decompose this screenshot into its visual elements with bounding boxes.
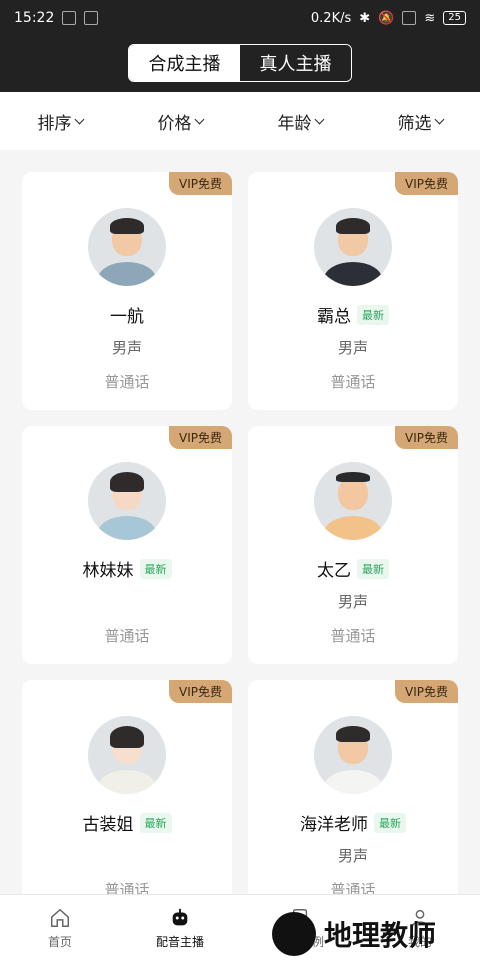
- tab-voice-anchor[interactable]: 配音主播: [120, 895, 240, 961]
- language-label: 普通话: [104, 373, 150, 391]
- voice-type: 男声: [337, 339, 368, 357]
- anchor-name: 古装姐: [82, 815, 134, 835]
- language-label: 普通话: [330, 373, 376, 391]
- anchor-name: 太乙: [317, 561, 351, 581]
- voice-type: [22, 591, 232, 609]
- bluetooth-icon: ✱: [359, 10, 371, 26]
- anchor-grid: VIP免费 一航 男声 普通话 VIP免费 霸总 最新 男声 普通话 VIP免费…: [22, 172, 460, 918]
- anchor-name: 林妹妹: [82, 561, 134, 581]
- net-speed: 0.2K/s: [310, 10, 352, 26]
- chevron-down-icon: [314, 114, 324, 124]
- notification-icon: [62, 11, 77, 25]
- name-row: 海洋老师 最新: [248, 810, 458, 835]
- vip-free-tag: VIP免费: [169, 172, 232, 195]
- chevron-down-icon: [74, 114, 84, 124]
- filter-sort[interactable]: 排序: [37, 109, 84, 134]
- name-row: 太乙 最新: [248, 556, 458, 581]
- language-label: 普通话: [330, 627, 376, 645]
- avatar: [314, 208, 392, 286]
- new-badge: 最新: [139, 558, 172, 579]
- top-header: 合成主播 真人主播: [0, 36, 480, 92]
- watermark: 地理教师: [272, 908, 480, 960]
- wifi-icon: ≋: [424, 10, 436, 26]
- chevron-down-icon: [194, 114, 204, 124]
- tab-home[interactable]: 首页: [0, 895, 120, 961]
- filter-age[interactable]: 年龄: [277, 109, 324, 134]
- filter-screen[interactable]: 筛选: [397, 109, 444, 134]
- home-icon: [51, 908, 69, 927]
- chevron-down-icon: [434, 114, 444, 124]
- name-row: 林妹妹 最新: [22, 556, 232, 581]
- language-label: 普通话: [104, 627, 150, 645]
- battery-indicator: 25: [443, 11, 466, 25]
- filter-bar: 排序 价格 年龄 筛选: [0, 92, 480, 150]
- anchor-card[interactable]: VIP免费 林妹妹 最新 普通话: [22, 426, 232, 664]
- anchor-card[interactable]: VIP免费 海洋老师 最新 男声 普通话: [248, 680, 458, 918]
- voice-type: 男声: [337, 593, 368, 611]
- watermark-text: 地理教师: [324, 919, 437, 952]
- new-badge: 最新: [374, 812, 406, 833]
- avatar: [88, 716, 166, 794]
- sim-icon: [402, 11, 417, 25]
- filter-label: 筛选: [397, 113, 432, 134]
- avatar: [314, 716, 392, 794]
- filter-label: 价格: [157, 113, 192, 134]
- vip-free-tag: VIP免费: [169, 426, 232, 449]
- avatar: [314, 462, 392, 540]
- avatar: [88, 208, 166, 286]
- anchor-card[interactable]: VIP免费 太乙 最新 男声 普通话: [248, 426, 458, 664]
- anchor-type-switch: 合成主播 真人主播: [128, 44, 352, 82]
- status-time: 15:22: [14, 10, 55, 26]
- anchor-name: 海洋老师: [300, 815, 368, 835]
- anchor-card[interactable]: VIP免费 霸总 最新 男声 普通话: [248, 172, 458, 410]
- voice-type: [22, 845, 232, 863]
- tab-label: 配音主播: [155, 934, 204, 949]
- tab-label: 首页: [47, 934, 72, 949]
- avatar: [88, 462, 166, 540]
- mute-icon: 🔕: [378, 10, 395, 26]
- anchor-name: 一航: [110, 307, 144, 327]
- voice-type: 男声: [111, 339, 142, 357]
- name-row: 霸总 最新: [248, 302, 458, 327]
- anchor-card[interactable]: VIP免费 古装姐 最新 普通话: [22, 680, 232, 918]
- status-left: 15:22: [14, 10, 99, 26]
- vip-free-tag: VIP免费: [395, 426, 458, 449]
- notification-icon: [84, 11, 99, 25]
- anchor-name: 霸总: [317, 307, 351, 327]
- watermark-logo: [272, 912, 316, 956]
- robot-icon: [172, 908, 188, 925]
- filter-label: 年龄: [277, 113, 312, 134]
- anchor-card[interactable]: VIP免费 一航 男声 普通话: [22, 172, 232, 410]
- voice-type: 男声: [337, 847, 368, 865]
- new-badge: 最新: [357, 304, 389, 325]
- vip-free-tag: VIP免费: [395, 680, 458, 703]
- vip-free-tag: VIP免费: [395, 172, 458, 195]
- status-right: 0.2K/s ✱ 🔕 ≋ 25: [311, 11, 466, 26]
- new-badge: 最新: [357, 558, 389, 579]
- filter-label: 排序: [37, 113, 72, 134]
- status-bar: 15:22 0.2K/s ✱ 🔕 ≋ 25: [0, 0, 480, 36]
- new-badge: 最新: [139, 812, 172, 833]
- tab-synthetic-anchor[interactable]: 合成主播: [129, 45, 240, 81]
- name-row: 古装姐 最新: [22, 810, 232, 835]
- tab-real-anchor[interactable]: 真人主播: [240, 45, 351, 81]
- filter-price[interactable]: 价格: [157, 109, 204, 134]
- vip-free-tag: VIP免费: [169, 680, 232, 703]
- name-row: 一航: [22, 302, 232, 327]
